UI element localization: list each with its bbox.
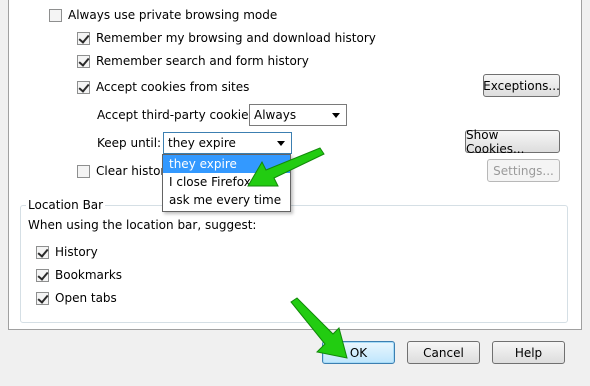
dropdown-option[interactable]: they expire [163,155,290,173]
third-party-select[interactable]: Always [249,104,347,126]
accept-cookies-option[interactable]: Accept cookies from sites [77,80,249,94]
chevron-down-icon [277,140,285,146]
remember-search-label: Remember search and form history [96,54,309,68]
open-tabs-label: Open tabs [55,291,117,305]
keep-until-value: they expire [168,136,236,150]
clear-history-label: Clear history [96,164,173,178]
remember-search-checkbox[interactable] [77,54,90,68]
bookmarks-option[interactable]: Bookmarks [36,268,122,282]
remember-history-option[interactable]: Remember my browsing and download histor… [77,31,376,45]
third-party-label: Accept third-party cookies: [97,108,259,122]
private-mode-option[interactable]: Always use private browsing mode [49,8,277,22]
open-tabs-checkbox[interactable] [36,291,49,305]
keep-until-label: Keep until: [97,136,162,150]
private-mode-label: Always use private browsing mode [68,8,278,22]
accept-cookies-label: Accept cookies from sites [96,80,250,94]
history-option[interactable]: History [36,245,98,259]
help-button[interactable]: Help [492,341,565,364]
clear-history-checkbox[interactable] [77,164,90,178]
suggest-row: When using the location bar, suggest: [28,218,256,232]
history-label: History [55,245,98,259]
firefox-options-dialog: Always use private browsing mode Remembe… [0,0,590,386]
suggest-label: When using the location bar, suggest: [28,218,257,232]
open-tabs-option[interactable]: Open tabs [36,291,117,305]
bookmarks-checkbox[interactable] [36,268,49,282]
settings-button[interactable]: Settings... [487,159,560,182]
cancel-button[interactable]: Cancel [407,341,480,364]
third-party-value: Always [254,108,297,122]
remember-history-label: Remember my browsing and download histor… [96,31,376,45]
third-party-row: Accept third-party cookies: [97,108,259,122]
keep-until-row: Keep until: [97,136,161,150]
remember-history-checkbox[interactable] [77,31,90,45]
dropdown-option[interactable]: I close Firefox [163,173,290,191]
accept-cookies-checkbox[interactable] [77,80,90,94]
location-bar-title: Location Bar [26,198,106,212]
show-cookies-button[interactable]: Show Cookies... [465,128,560,156]
private-mode-checkbox[interactable] [49,8,62,22]
bookmarks-label: Bookmarks [55,268,123,282]
remember-search-option[interactable]: Remember search and form history [77,54,309,68]
keep-until-select[interactable]: they expire [163,132,292,154]
history-checkbox[interactable] [36,245,49,259]
ok-button[interactable]: OK [322,341,395,364]
chevron-down-icon [332,112,340,118]
keep-until-dropdown-list: they expire I close Firefox ask me every… [162,154,291,212]
clear-history-option[interactable]: Clear history [77,164,172,178]
dropdown-option[interactable]: ask me every time [163,191,290,209]
exceptions-button[interactable]: Exceptions... [483,74,560,97]
